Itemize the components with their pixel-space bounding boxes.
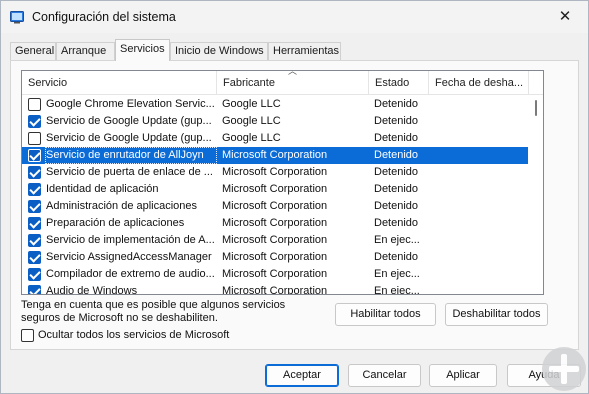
column-header-service[interactable]: Servicio	[22, 71, 217, 95]
service-manufacturer: Google LLC	[222, 132, 281, 144]
msconfig-icon	[10, 11, 24, 24]
service-manufacturer: Microsoft Corporation	[222, 285, 328, 295]
service-state: Detenido	[374, 149, 419, 161]
watermark-logo	[542, 347, 586, 391]
column-header-state[interactable]: Estado	[369, 71, 428, 95]
service-state: Detenido	[374, 132, 419, 144]
service-name: Servicio de puerta de enlace de ...	[46, 166, 213, 178]
cancel-button[interactable]: Cancelar	[348, 364, 421, 387]
microsoft-services-note: Tenga en cuenta que es posible que algun…	[21, 299, 286, 324]
scrollbar-thumb[interactable]	[535, 100, 537, 116]
service-name: Preparación de aplicaciones	[46, 217, 185, 229]
tab-tools[interactable]: Herramientas	[268, 42, 341, 61]
service-state: En ejec...	[374, 268, 420, 280]
service-checkbox[interactable]	[28, 183, 41, 196]
service-manufacturer: Microsoft Corporation	[222, 251, 328, 263]
service-name: Google Chrome Elevation Servic...	[46, 98, 215, 110]
table-row[interactable]: Servicio de implementación de A... Micros…	[22, 232, 528, 249]
service-checkbox[interactable]	[28, 268, 41, 281]
close-button[interactable]: ✕	[542, 1, 588, 33]
table-row[interactable]: Identidad de aplicación Microsoft Corpora…	[22, 181, 528, 198]
service-name: Audio de Windows	[46, 285, 138, 295]
service-name: Compilador de extremo de audio...	[46, 268, 215, 280]
table-row[interactable]: Compilador de extremo de audio... Microso…	[22, 266, 528, 283]
tab-services[interactable]: Servicios	[115, 39, 170, 61]
service-state: Detenido	[374, 251, 419, 263]
window-title: Configuración del sistema	[32, 10, 176, 24]
table-row[interactable]: Servicio de enrutador de AllJoyn Microsof…	[22, 147, 528, 164]
system-configuration-window: Configuración del sistema ✕ General Arra…	[0, 0, 589, 394]
service-name: Servicio de implementación de A...	[46, 234, 215, 246]
service-checkbox[interactable]	[28, 234, 41, 247]
service-state: Detenido	[374, 217, 419, 229]
services-panel: Servicio Fabricante ︿ Estado Fecha de de…	[10, 60, 579, 350]
service-state: Detenido	[374, 115, 419, 127]
service-name: Administración de aplicaciones	[46, 200, 198, 212]
service-checkbox[interactable]	[28, 98, 41, 111]
service-checkbox[interactable]	[28, 200, 41, 213]
vertical-scrollbar[interactable]	[529, 96, 543, 294]
service-name: Servicio de Google Update (gup...	[46, 132, 212, 144]
services-list: Servicio Fabricante ︿ Estado Fecha de de…	[21, 70, 544, 295]
sort-ascending-icon: ︿	[288, 70, 298, 76]
service-name: Servicio de enrutador de AllJoyn	[45, 147, 217, 164]
table-row[interactable]: Preparación de aplicaciones Microsoft Cor…	[22, 215, 528, 232]
apply-button[interactable]: Aplicar	[429, 364, 497, 387]
table-row[interactable]: Administración de aplicaciones Microsoft …	[22, 198, 528, 215]
service-manufacturer: Microsoft Corporation	[222, 149, 328, 161]
checkbox[interactable]	[21, 329, 34, 342]
table-row[interactable]: Servicio de Google Update (gup... Google …	[22, 130, 528, 147]
table-row[interactable]: Audio de Windows Microsoft Corporation En …	[22, 283, 528, 295]
service-manufacturer: Microsoft Corporation	[222, 217, 328, 229]
service-state: En ejec...	[374, 234, 420, 246]
column-divider[interactable]	[528, 71, 529, 95]
close-icon: ✕	[558, 8, 572, 25]
service-manufacturer: Microsoft Corporation	[222, 200, 328, 212]
service-checkbox[interactable]	[28, 251, 41, 264]
table-row[interactable]: Servicio AssignedAccessManager Microsoft …	[22, 249, 528, 266]
list-header: Servicio Fabricante ︿ Estado Fecha de de…	[22, 71, 543, 95]
service-checkbox[interactable]	[28, 149, 41, 162]
table-row[interactable]: Servicio de Google Update (gup... Google …	[22, 113, 528, 130]
table-row[interactable]: Servicio de puerta de enlace de ... Micro…	[22, 164, 528, 181]
service-manufacturer: Google LLC	[222, 98, 281, 110]
enable-all-button[interactable]: Habilitar todos	[335, 303, 436, 326]
hide-microsoft-services-label: Ocultar todos los servicios de Microsoft	[38, 329, 230, 341]
title-bar: Configuración del sistema ✕	[1, 1, 588, 33]
tab-windows-startup[interactable]: Inicio de Windows	[170, 42, 268, 61]
service-manufacturer: Microsoft Corporation	[222, 166, 328, 178]
service-checkbox[interactable]	[28, 115, 41, 128]
service-manufacturer: Microsoft Corporation	[222, 183, 328, 195]
service-state: En ejec...	[374, 285, 420, 295]
service-state: Detenido	[374, 183, 419, 195]
ok-button[interactable]: Aceptar	[265, 364, 339, 387]
service-checkbox[interactable]	[28, 217, 41, 230]
service-name: Identidad de aplicación	[46, 183, 159, 195]
service-checkbox[interactable]	[28, 285, 41, 294]
column-header-disabled-date[interactable]: Fecha de desha...	[429, 71, 529, 95]
disable-all-button[interactable]: Deshabilitar todos	[445, 303, 548, 326]
service-name: Servicio AssignedAccessManager	[46, 251, 212, 263]
service-manufacturer: Microsoft Corporation	[222, 234, 328, 246]
service-state: Detenido	[374, 98, 419, 110]
service-manufacturer: Google LLC	[222, 115, 281, 127]
tab-general[interactable]: General	[10, 42, 56, 61]
service-state: Detenido	[374, 166, 419, 178]
table-row[interactable]: Google Chrome Elevation Servic... Google …	[22, 96, 528, 113]
service-name: Servicio de Google Update (gup...	[46, 115, 212, 127]
service-checkbox[interactable]	[28, 166, 41, 179]
service-checkbox[interactable]	[28, 132, 41, 145]
service-manufacturer: Microsoft Corporation	[222, 268, 328, 280]
tab-startup[interactable]: Arranque	[56, 42, 115, 61]
service-state: Detenido	[374, 200, 419, 212]
